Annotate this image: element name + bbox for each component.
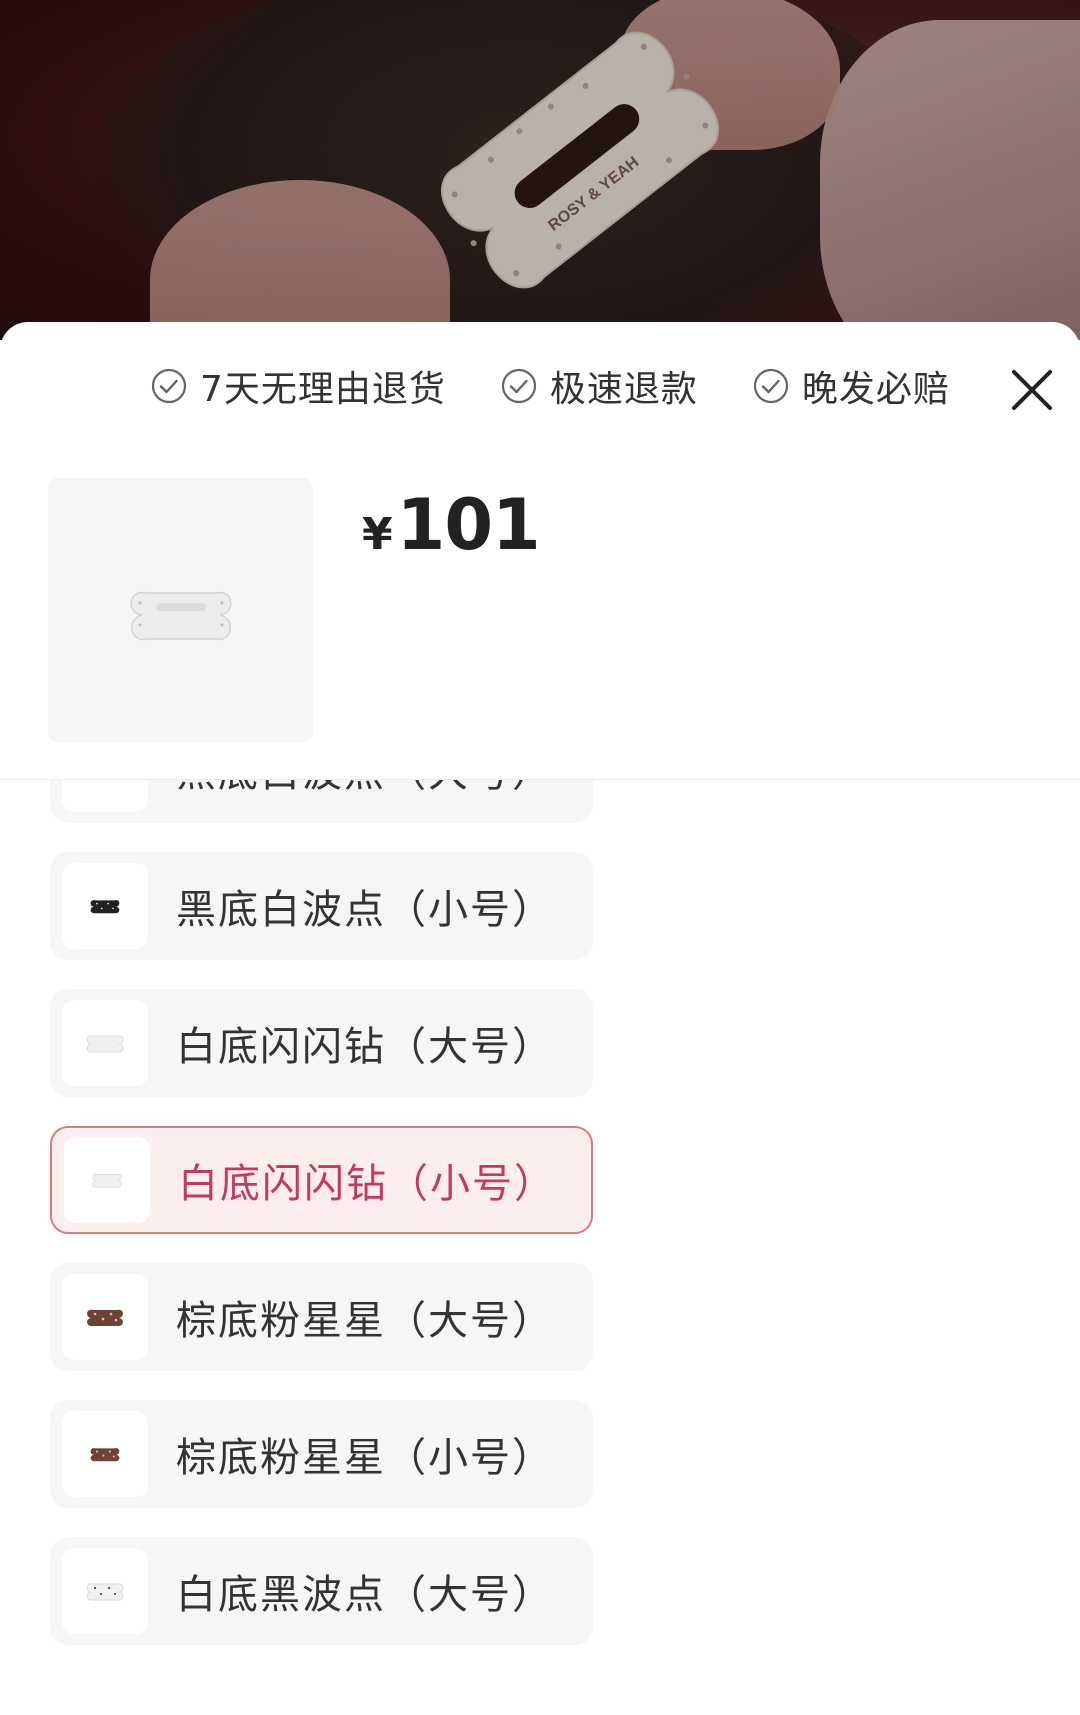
variant-swatch	[62, 1274, 148, 1360]
guarantee-label: 7天无理由退货	[200, 369, 446, 410]
variant-option[interactable]: 黑底白波点（大号）	[50, 780, 593, 823]
guarantee-label: 极速退款	[549, 369, 698, 410]
guarantee-label: 晚发必赔	[801, 369, 950, 410]
variant-label: 白底闪闪钻（大号）	[176, 1024, 554, 1070]
bone-clip-white-icon	[92, 1173, 122, 1188]
service-guarantees: 7天无理由退货 极速退款 晚发必赔	[150, 364, 1004, 410]
variant-option[interactable]: 棕底粉星星（小号）	[50, 1400, 593, 1508]
bone-clip-black-icon	[90, 900, 120, 914]
variant-label: 棕底粉星星（大号）	[176, 1298, 554, 1344]
variant-option[interactable]: 白底黑波点（大号）	[50, 1537, 593, 1645]
variant-label: 黑底白波点（小号）	[176, 887, 554, 933]
selected-product-thumbnail[interactable]	[48, 478, 313, 742]
check-circle-icon	[151, 368, 187, 404]
variant-label: 白底黑波点（大号）	[176, 1572, 554, 1618]
bone-clip-black-icon	[85, 780, 125, 781]
variant-option[interactable]: 白底闪闪钻（大号）	[50, 989, 593, 1097]
variant-label: 白底闪闪钻（小号）	[178, 1161, 556, 1207]
bone-clip-brown-icon	[87, 1309, 123, 1327]
hair-clip-thumbnail-icon	[130, 591, 231, 641]
variant-swatch	[62, 1548, 148, 1634]
variant-label: 棕底粉星星（小号）	[176, 1435, 554, 1481]
check-circle-icon	[501, 368, 537, 404]
variant-options: 黑底白波点（大号） 黑底白波点（小号） 白底闪闪钻（大号）	[0, 780, 1080, 1715]
product-hero-image: ROSY & YEAH	[0, 0, 1080, 340]
sku-selector-sheet: 7天无理由退货 极速退款 晚发必赔 ¥ 101 黑底白波点（小号） 白底闪闪钻（…	[0, 322, 1080, 1715]
variant-swatch	[62, 1411, 148, 1497]
bone-clip-white-icon	[86, 1035, 124, 1053]
variant-swatch	[64, 1137, 150, 1223]
variant-option[interactable]: 黑底白波点（小号）	[50, 852, 593, 960]
guarantee-item: 7天无理由退货	[150, 360, 446, 412]
variant-swatch	[62, 863, 148, 949]
price-value: 101	[396, 484, 541, 566]
check-circle-icon	[753, 368, 789, 404]
price: ¥ 101	[362, 484, 541, 566]
variant-label: 黑底白波点（大号）	[176, 780, 554, 798]
guarantee-item: 晚发必赔	[752, 360, 950, 412]
guarantee-item: 极速退款	[500, 360, 698, 412]
currency-symbol: ¥	[362, 509, 393, 560]
bone-clip-white-dots-icon	[86, 1583, 124, 1601]
variant-swatch	[62, 780, 148, 812]
bone-clip-brown-icon	[90, 1448, 120, 1462]
close-icon[interactable]	[1010, 368, 1054, 412]
variant-option-selected[interactable]: 白底闪闪钻（小号）	[50, 1126, 593, 1234]
variant-option[interactable]: 棕底粉星星（大号）	[50, 1263, 593, 1371]
variant-swatch	[62, 1000, 148, 1086]
dim-overlay	[0, 0, 1080, 340]
